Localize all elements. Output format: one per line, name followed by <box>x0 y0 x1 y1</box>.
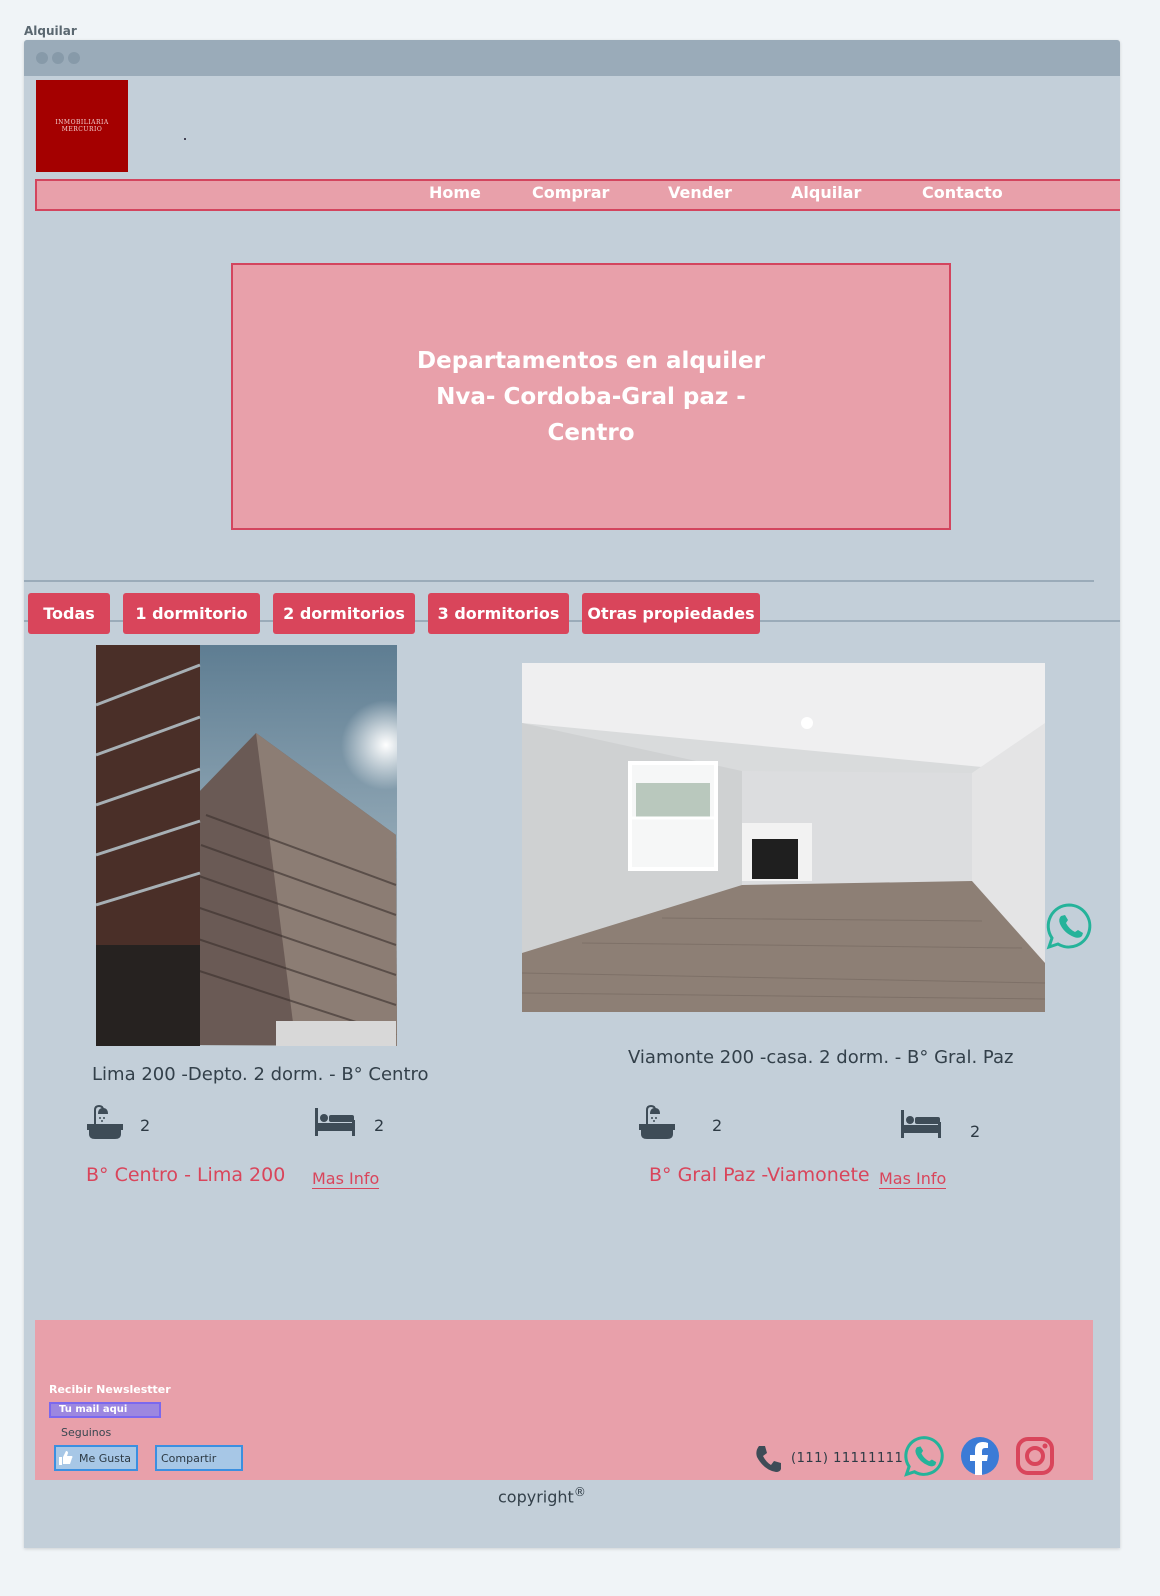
window-dot-icon[interactable] <box>52 52 64 64</box>
facebook-icon[interactable] <box>960 1436 1000 1476</box>
nav-alquilar[interactable]: Alquilar <box>791 183 861 202</box>
copyright-label: copyright <box>498 1487 574 1507</box>
bathtub-icon <box>87 1104 123 1139</box>
whatsapp-icon[interactable] <box>903 1435 945 1477</box>
browser-window: INMOBILIARIA MERCURIO Home Comprar Vende… <box>24 40 1120 1548</box>
listing-caption: Lima 200 -Depto. 2 dorm. - B° Centro <box>92 1064 429 1085</box>
bed-icon <box>315 1108 355 1136</box>
living-room-photo[interactable] <box>522 663 1045 1012</box>
logo-line1: INMOBILIARIA <box>55 119 109 126</box>
building-photo[interactable] <box>96 645 397 1046</box>
window-dot-icon[interactable] <box>68 52 80 64</box>
filter-divider-top <box>24 580 1094 582</box>
main-navbar: Home Comprar Vender Alquilar Contacto <box>35 179 1120 211</box>
mas-info-link[interactable]: Mas Info <box>879 1170 947 1189</box>
phone-icon <box>756 1446 781 1472</box>
follow-label: Seguinos <box>61 1426 112 1439</box>
filter-todas-button[interactable]: Todas <box>28 593 110 634</box>
share-button[interactable]: Compartir <box>155 1445 243 1471</box>
window-titlebar <box>24 40 1120 76</box>
filter-otras-button[interactable]: Otras propiedades <box>582 593 760 634</box>
bed-count: 2 <box>970 1122 981 1141</box>
bathtub-icon <box>639 1104 675 1139</box>
page-label: Alquilar <box>24 24 77 38</box>
hero-title: Departamentos en alquiler Nva- Cordoba-G… <box>411 343 771 451</box>
nav-comprar[interactable]: Comprar <box>532 183 609 202</box>
filter-1-dorm-button[interactable]: 1 dormitorio <box>123 593 260 634</box>
logo-line2: MERCURIO <box>61 126 103 133</box>
phone-number[interactable]: (111) 11111111 <box>791 1451 903 1466</box>
bed-count: 2 <box>374 1116 385 1135</box>
hero-title-line: Centro <box>547 419 635 446</box>
like-label: Me Gusta <box>79 1451 132 1465</box>
listing-location: B° Gral Paz -Viamonete <box>649 1164 870 1186</box>
listing-caption: Viamonte 200 -casa. 2 dorm. - B° Gral. P… <box>628 1047 1014 1068</box>
logo[interactable]: INMOBILIARIA MERCURIO <box>36 80 128 172</box>
mas-info-link[interactable]: Mas Info <box>312 1170 380 1189</box>
like-button[interactable]: Me Gusta <box>54 1445 138 1471</box>
whatsapp-float-icon[interactable] <box>1045 902 1093 950</box>
newsletter-label: Recibir Newslestter <box>49 1383 171 1396</box>
bed-icon <box>901 1110 941 1138</box>
listing-location: B° Centro - Lima 200 <box>86 1164 286 1186</box>
decorative-dot <box>184 138 186 140</box>
hero-title-line: Nva- Cordoba-Gral paz - <box>436 383 746 410</box>
bath-count: 2 <box>712 1116 723 1135</box>
nav-vender[interactable]: Vender <box>668 183 732 202</box>
registered-mark: ® <box>573 1485 586 1499</box>
site-footer: Recibir Newslestter Tu mail aqui Seguino… <box>35 1320 1093 1480</box>
filter-3-dorm-button[interactable]: 3 dormitorios <box>428 593 569 634</box>
bath-count: 2 <box>140 1116 151 1135</box>
window-dot-icon[interactable] <box>36 52 48 64</box>
instagram-icon[interactable] <box>1015 1436 1055 1476</box>
hero-banner: Departamentos en alquiler Nva- Cordoba-G… <box>231 263 951 530</box>
newsletter-email-field[interactable]: Tu mail aqui <box>49 1402 161 1418</box>
nav-contacto[interactable]: Contacto <box>922 183 1003 202</box>
filter-2-dorm-button[interactable]: 2 dormitorios <box>273 593 415 634</box>
hero-title-line: Departamentos en alquiler <box>417 347 765 374</box>
nav-home[interactable]: Home <box>429 183 481 202</box>
copyright-text: copyright® <box>498 1485 586 1506</box>
thumbs-up-icon <box>59 1451 73 1465</box>
